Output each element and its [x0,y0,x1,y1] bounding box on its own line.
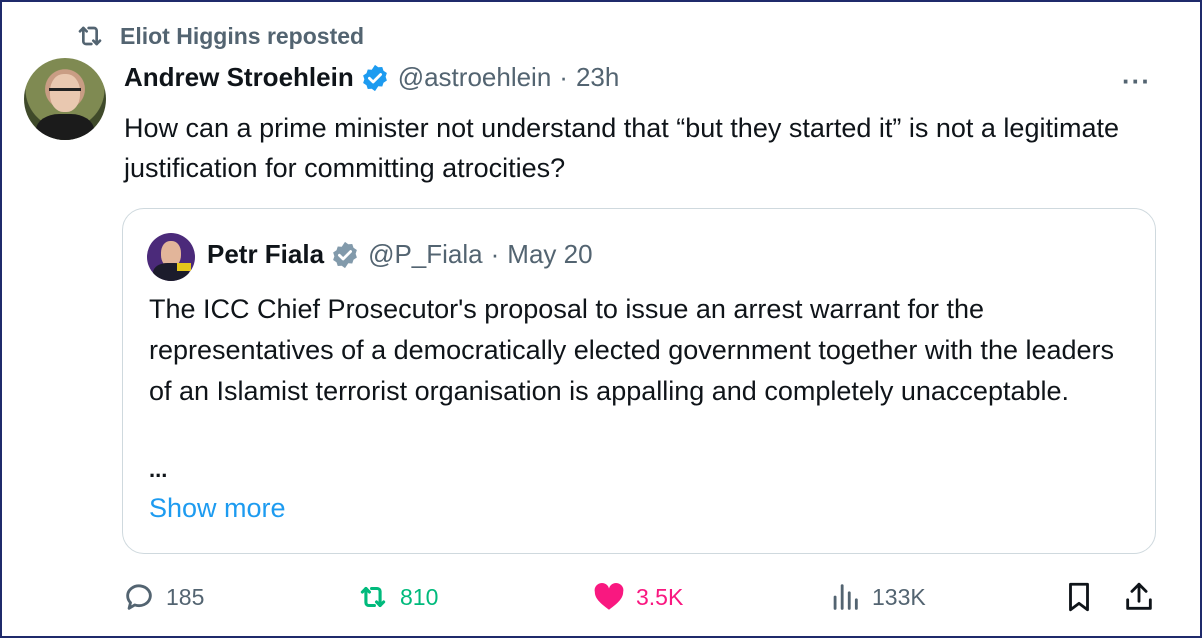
reply-button[interactable]: 185 [122,580,204,614]
quoted-tweet-header: Petr Fiala @P_Fiala · May 20 [207,239,593,270]
share-button[interactable] [1122,580,1156,614]
separator-dot: · [559,62,568,92]
reply-icon [126,584,152,610]
quoted-tweet-timestamp[interactable]: May 20 [507,239,592,270]
views-count: 133K [872,583,926,610]
quoted-author-name[interactable]: Petr Fiala [207,239,324,270]
views-button[interactable]: 133K [828,580,926,614]
tweet-header: Andrew Stroehlein @astroehlein · 23h [124,62,619,93]
author-name[interactable]: Andrew Stroehlein [124,62,354,93]
verified-badge-icon[interactable] [360,63,390,93]
tweet-timestamp[interactable]: 23h [576,62,619,93]
repost-label[interactable]: Eliot Higgins reposted [120,23,364,50]
post-frame: Eliot Higgins reposted Andrew Stroehlein… [0,0,1202,638]
share-icon [1126,582,1152,610]
like-count: 3.5K [636,583,684,610]
quoted-tweet-text: The ICC Chief Prosecutor's proposal to i… [149,294,1115,406]
author-avatar[interactable] [24,58,106,140]
repost-icon [78,26,102,46]
more-options-button[interactable]: ··· [1122,66,1151,97]
reply-count: 185 [166,583,205,610]
quoted-tweet[interactable]: Petr Fiala @P_Fiala · May 20 The ICC Chi… [122,208,1156,554]
quoted-author-handle[interactable]: @P_Fiala [368,239,483,270]
repost-button[interactable]: 810 [356,580,438,614]
views-icon [833,584,858,610]
bookmark-button[interactable] [1062,580,1096,614]
quoted-author-avatar[interactable] [147,233,195,281]
author-handle[interactable]: @astroehlein [398,62,552,93]
verified-badge-icon[interactable] [330,240,360,270]
bookmark-icon [1069,582,1089,612]
repost-count: 810 [400,583,439,610]
show-more-link[interactable]: Show more [149,493,286,524]
heart-icon [594,582,624,610]
like-button[interactable]: 3.5K [592,580,683,614]
repost-context: Eliot Higgins reposted [74,20,364,52]
action-bar: 185 810 3.5K 133K [2,580,1200,624]
separator-dot: · [490,239,500,269]
truncation-ellipsis: ... [149,457,168,482]
tweet-text: How can a prime minister not understand … [124,113,1119,183]
repost-icon [360,586,386,608]
